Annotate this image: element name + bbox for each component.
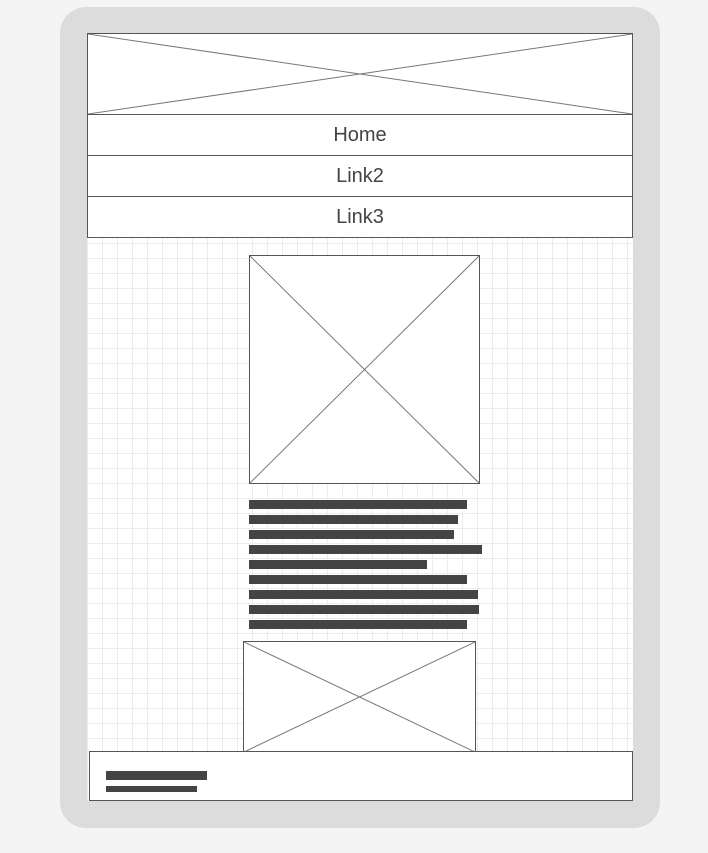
footer-text-placeholder	[106, 786, 197, 792]
text-line	[249, 620, 467, 629]
text-line	[249, 500, 467, 509]
nav-link-home[interactable]: Home	[87, 114, 633, 156]
text-line	[249, 515, 458, 524]
image-placeholder-icon	[244, 642, 475, 752]
text-line	[249, 590, 478, 599]
text-line	[249, 575, 467, 584]
text-line	[249, 560, 427, 569]
text-line	[249, 605, 479, 614]
secondary-image-placeholder	[243, 641, 476, 753]
nav-menu: Home Link2 Link3	[87, 114, 633, 238]
main-image-placeholder	[249, 255, 480, 484]
wireframe-screen: Home Link2 Link3	[87, 33, 633, 801]
nav-link-link3[interactable]: Link3	[87, 196, 633, 238]
header-image-placeholder	[87, 33, 633, 115]
footer-text-placeholder	[106, 771, 207, 780]
footer	[89, 751, 633, 801]
nav-link-link2[interactable]: Link2	[87, 155, 633, 197]
text-placeholder-block	[249, 500, 482, 635]
image-placeholder-icon	[250, 256, 479, 483]
image-placeholder-icon	[88, 34, 632, 114]
text-line	[249, 545, 482, 554]
text-line	[249, 530, 454, 539]
